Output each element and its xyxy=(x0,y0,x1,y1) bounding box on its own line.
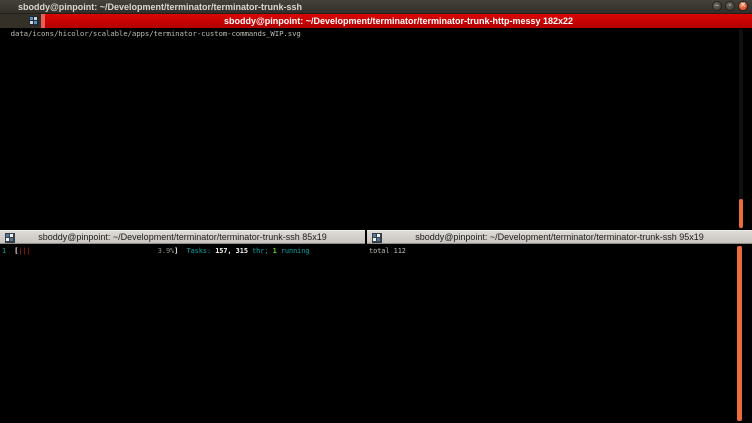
window-controls: – ▫ ✕ xyxy=(712,1,748,11)
terminal-line: total 112 xyxy=(369,247,752,423)
pane-title-bottom-right: sboddy@pinpoint: ~/Development/terminato… xyxy=(415,232,704,242)
group-icon[interactable] xyxy=(5,233,15,243)
group-icon[interactable] xyxy=(372,233,382,243)
close-button[interactable]: ✕ xyxy=(738,1,748,11)
pane-title-top: sboddy@pinpoint: ~/Development/terminato… xyxy=(45,16,752,26)
group-icon[interactable] xyxy=(29,16,39,26)
pane-titlebar-top[interactable]: sboddy@pinpoint: ~/Development/terminato… xyxy=(0,14,752,28)
terminal-line: data/icons/hicolor/scalable/apps/termina… xyxy=(2,29,752,230)
terminal-bottom-right[interactable]: total 112drwxr-xr-x 5 sboddy sboddy 4096… xyxy=(367,244,752,423)
scrollbar-bottom-right[interactable] xyxy=(737,246,742,421)
focus-indicator xyxy=(41,14,45,28)
pane-titlebar-bottom-left[interactable]: sboddy@pinpoint: ~/Development/terminato… xyxy=(0,230,365,244)
minimize-button[interactable]: – xyxy=(712,1,722,11)
pane-titlebar-bottom-right[interactable]: sboddy@pinpoint: ~/Development/terminato… xyxy=(367,230,752,244)
maximize-button[interactable]: ▫ xyxy=(725,1,735,11)
terminal-top[interactable]: data/icons/hicolor/scalable/apps/termina… xyxy=(0,28,752,230)
terminal-line: 1 [||| 3.9%] Tasks: 157, 315 thr; 1 runn… xyxy=(2,247,365,423)
terminator-window: sboddy@pinpoint: ~/Development/terminato… xyxy=(0,0,752,423)
scrollbar-thumb[interactable] xyxy=(739,199,743,228)
terminal-bottom-left-htop[interactable]: 1 [||| 3.9%] Tasks: 157, 315 thr; 1 runn… xyxy=(0,244,365,423)
window-titlebar[interactable]: sboddy@pinpoint: ~/Development/terminato… xyxy=(0,0,752,14)
window-title: sboddy@pinpoint: ~/Development/terminato… xyxy=(0,2,302,12)
scrollbar-thumb[interactable] xyxy=(737,246,742,421)
pane-title-bottom-left: sboddy@pinpoint: ~/Development/terminato… xyxy=(38,232,327,242)
scrollbar-top[interactable] xyxy=(739,29,743,229)
